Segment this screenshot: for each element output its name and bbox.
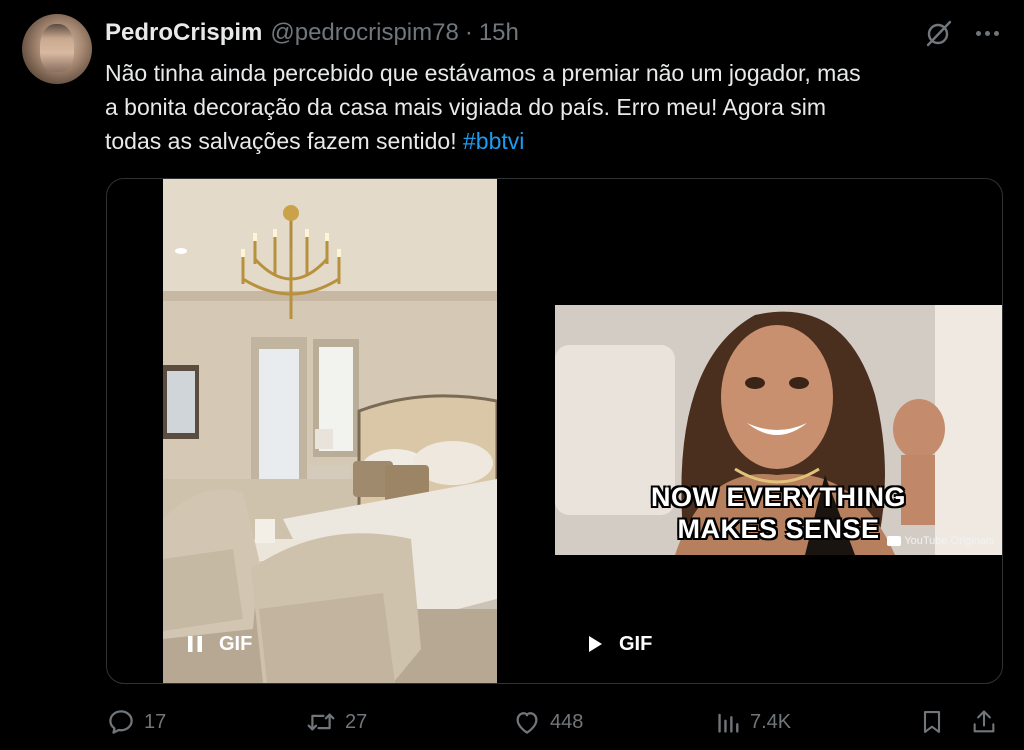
bookmark-icon [923, 711, 941, 733]
retweet-button[interactable]: 27 [305, 700, 367, 744]
tweet: PedroCrispim @pedrocrispim78 · 15h Não t… [0, 0, 1024, 750]
play-icon[interactable] [585, 634, 605, 654]
gif-bedroom[interactable]: GIF [163, 179, 497, 683]
gif-caption-line-1: NOW EVERYTHING [650, 482, 906, 512]
gif1-label: GIF [219, 632, 253, 655]
avatar[interactable] [22, 14, 92, 84]
share-button[interactable] [970, 700, 998, 744]
user-name[interactable]: PedroCrispim [105, 19, 262, 47]
youtube-logo-icon [887, 536, 902, 546]
share-icon [973, 710, 995, 733]
tweet-text-line-3-body: todas as salvações fazem sentido! [105, 128, 463, 154]
reply-count: 17 [144, 710, 167, 733]
pause-icon[interactable] [185, 634, 205, 654]
hashtag-link[interactable]: #bbtvi [463, 128, 524, 154]
tweet-text-line-1: Não tinha ainda percebido que estávamos … [105, 60, 861, 86]
gif2-label: GIF [619, 632, 653, 655]
media-container: GIF NOW EVERYTHING MAKES SENSE YouTube O… [106, 178, 1003, 684]
avatar-face [40, 24, 74, 72]
tweet-text: Não tinha ainda percebido que estávamos … [105, 56, 1005, 158]
view-count: 7.4K [750, 710, 792, 733]
bookmark-button[interactable] [918, 700, 946, 744]
bedroom-illustration [163, 179, 497, 683]
user-handle[interactable]: @pedrocrispim78 [270, 19, 458, 47]
grok-icon[interactable] [922, 16, 956, 50]
more-icon[interactable] [970, 18, 1004, 48]
reply-icon [109, 710, 133, 734]
youtube-watermark: YouTube Originals [887, 535, 994, 547]
action-bar: 17 27 448 7.4K [0, 700, 1024, 744]
gif-now-everything-makes-sense[interactable]: NOW EVERYTHING MAKES SENSE YouTube Origi… [555, 305, 1002, 555]
separator-dot: · [464, 19, 473, 46]
views-icon [718, 713, 739, 733]
timestamp[interactable]: 15h [479, 19, 519, 47]
retweet-icon [307, 713, 335, 731]
tweet-header: PedroCrispim @pedrocrispim78 · 15h [105, 16, 519, 50]
like-count: 448 [550, 710, 584, 733]
youtube-watermark-text: YouTube Originals [904, 535, 994, 547]
tweet-text-line-3: todas as salvações fazem sentido! #bbtvi [105, 124, 1005, 158]
gif1-controls: GIF [185, 627, 252, 661]
tweet-text-line-2: a bonita decoração da casa mais vigiada … [105, 94, 827, 120]
retweet-count: 27 [345, 710, 368, 733]
views-button[interactable]: 7.4K [716, 700, 791, 744]
reply-button[interactable]: 17 [106, 700, 166, 744]
like-button[interactable]: 448 [512, 700, 583, 744]
heart-icon [516, 712, 538, 734]
gif2-controls: GIF [585, 627, 652, 661]
